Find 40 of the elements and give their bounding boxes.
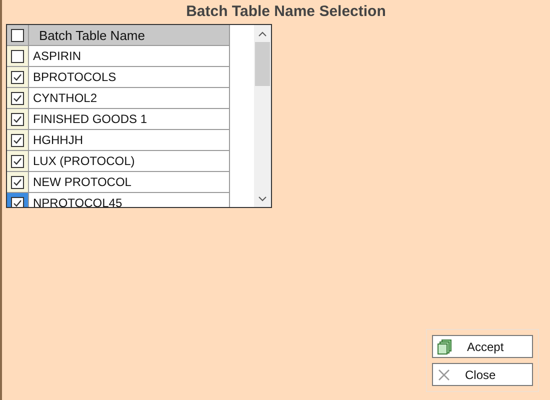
table-cell-text: HGHHJH <box>32 132 83 149</box>
table-row[interactable]: CYNTHOL2 <box>7 88 229 109</box>
scroll-down-icon <box>258 196 267 202</box>
check-icon <box>13 94 22 102</box>
table-cell-text: FINISHED GOODS 1 <box>32 111 148 128</box>
table-row[interactable]: HGHHJH <box>7 130 229 151</box>
table-cell-text: CYNTHOL2 <box>32 90 98 107</box>
checkbox[interactable] <box>11 196 24 207</box>
stacked-pages-icon <box>437 338 453 354</box>
accept-button[interactable]: Accept <box>432 335 533 358</box>
check-icon <box>13 72 22 82</box>
checkbox[interactable] <box>11 70 24 84</box>
table-row[interactable]: LUX (PROTOCOL) <box>7 151 229 172</box>
checkbox[interactable] <box>11 154 24 168</box>
checkbox[interactable] <box>11 50 24 62</box>
table-row[interactable]: ASPIRIN <box>7 46 229 67</box>
checkbox[interactable] <box>11 28 24 42</box>
check-icon <box>13 136 22 144</box>
table-row[interactable]: FINISHED GOODS 1 <box>7 109 229 130</box>
table-cell-text: BPROTOCOLS <box>32 69 116 86</box>
column-header: Batch Table Name <box>38 27 145 45</box>
dialog-title: Batch Table Name Selection <box>185 2 387 22</box>
checkbox[interactable] <box>11 112 24 126</box>
checkbox[interactable] <box>11 92 24 104</box>
close-button[interactable]: Close <box>432 363 533 386</box>
checkbox[interactable] <box>11 134 24 146</box>
close-icon <box>437 368 451 382</box>
table-cell-text: LUX (PROTOCOL) <box>32 153 135 170</box>
check-icon <box>13 178 22 186</box>
checkbox[interactable] <box>11 176 24 188</box>
check-icon <box>13 114 22 124</box>
scroll-thumb[interactable] <box>255 42 270 86</box>
table-cell-text: NPROTOCOL45 <box>32 195 122 207</box>
scroll-up-icon <box>258 31 267 37</box>
table-cell-text: NEW PROTOCOL <box>32 174 132 191</box>
scrollbar[interactable] <box>254 25 271 207</box>
check-icon <box>13 156 22 166</box>
table-row[interactable]: BPROTOCOLS <box>7 67 229 88</box>
table-row[interactable]: NEW PROTOCOL <box>7 172 229 193</box>
table-cell-text: ASPIRIN <box>32 48 82 65</box>
